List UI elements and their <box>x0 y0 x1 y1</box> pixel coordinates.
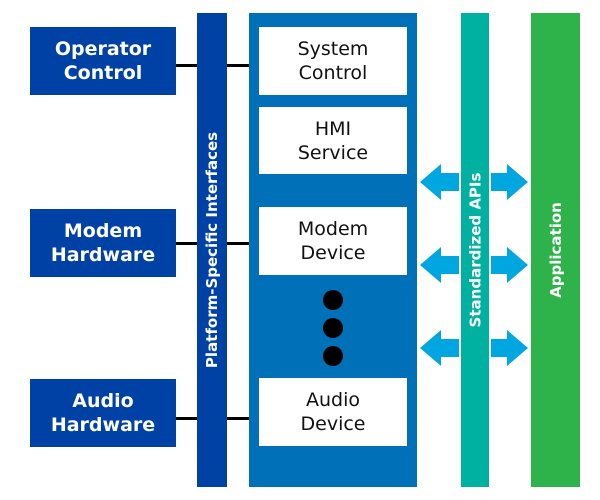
arrows <box>420 164 528 366</box>
right-arrow-icon <box>491 330 528 366</box>
right-arrow-icon <box>491 247 528 283</box>
left-arrow-icon <box>420 164 459 200</box>
left-arrow-icon <box>420 247 459 283</box>
right-arrow-icon <box>491 164 528 200</box>
left-arrow-icon <box>420 330 459 366</box>
